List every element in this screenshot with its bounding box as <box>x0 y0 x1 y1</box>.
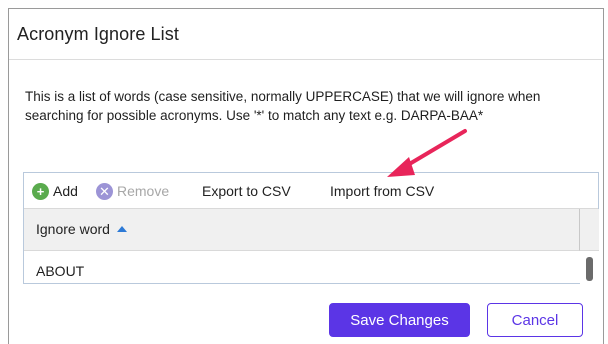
column-header-ignore-word[interactable]: Ignore word <box>24 209 580 251</box>
sort-ascending-icon <box>116 226 127 232</box>
dialog-description: This is a list of words (case sensitive,… <box>25 89 541 123</box>
grid-scrollbar[interactable] <box>580 251 599 284</box>
annotation-arrow-icon <box>387 129 467 177</box>
ignore-word-grid: + Add ✕ Remove Export to CSV Import from… <box>23 172 599 284</box>
dialog-title: Acronym Ignore List <box>17 24 179 44</box>
acronym-ignore-dialog: Acronym Ignore List This is a list of wo… <box>8 8 604 344</box>
x-circle-icon: ✕ <box>96 182 113 200</box>
plus-circle-icon: + <box>32 182 49 200</box>
export-csv-button[interactable]: Export to CSV <box>202 182 291 200</box>
add-button[interactable]: + Add <box>32 182 78 200</box>
remove-button-label: Remove <box>117 183 170 199</box>
export-csv-label: Export to CSV <box>202 183 291 199</box>
add-button-label: Add <box>53 183 78 199</box>
cancel-button[interactable]: Cancel <box>487 303 583 337</box>
column-header-label: Ignore word <box>36 221 127 237</box>
remove-button[interactable]: ✕ Remove <box>96 182 169 200</box>
row-cell-word: ABOUT <box>36 263 85 279</box>
grid-toolbar: + Add ✕ Remove Export to CSV Import from… <box>24 173 598 209</box>
grid-rows: ABOUT <box>24 251 580 284</box>
save-changes-button[interactable]: Save Changes <box>329 303 470 337</box>
column-header-text: Ignore word <box>36 221 110 237</box>
annotation-arrow-head <box>387 157 415 177</box>
scrollbar-thumb[interactable] <box>586 257 593 281</box>
dialog-header: Acronym Ignore List <box>9 9 603 60</box>
table-row[interactable]: ABOUT <box>24 251 580 281</box>
header-scroll-cap <box>580 209 599 251</box>
